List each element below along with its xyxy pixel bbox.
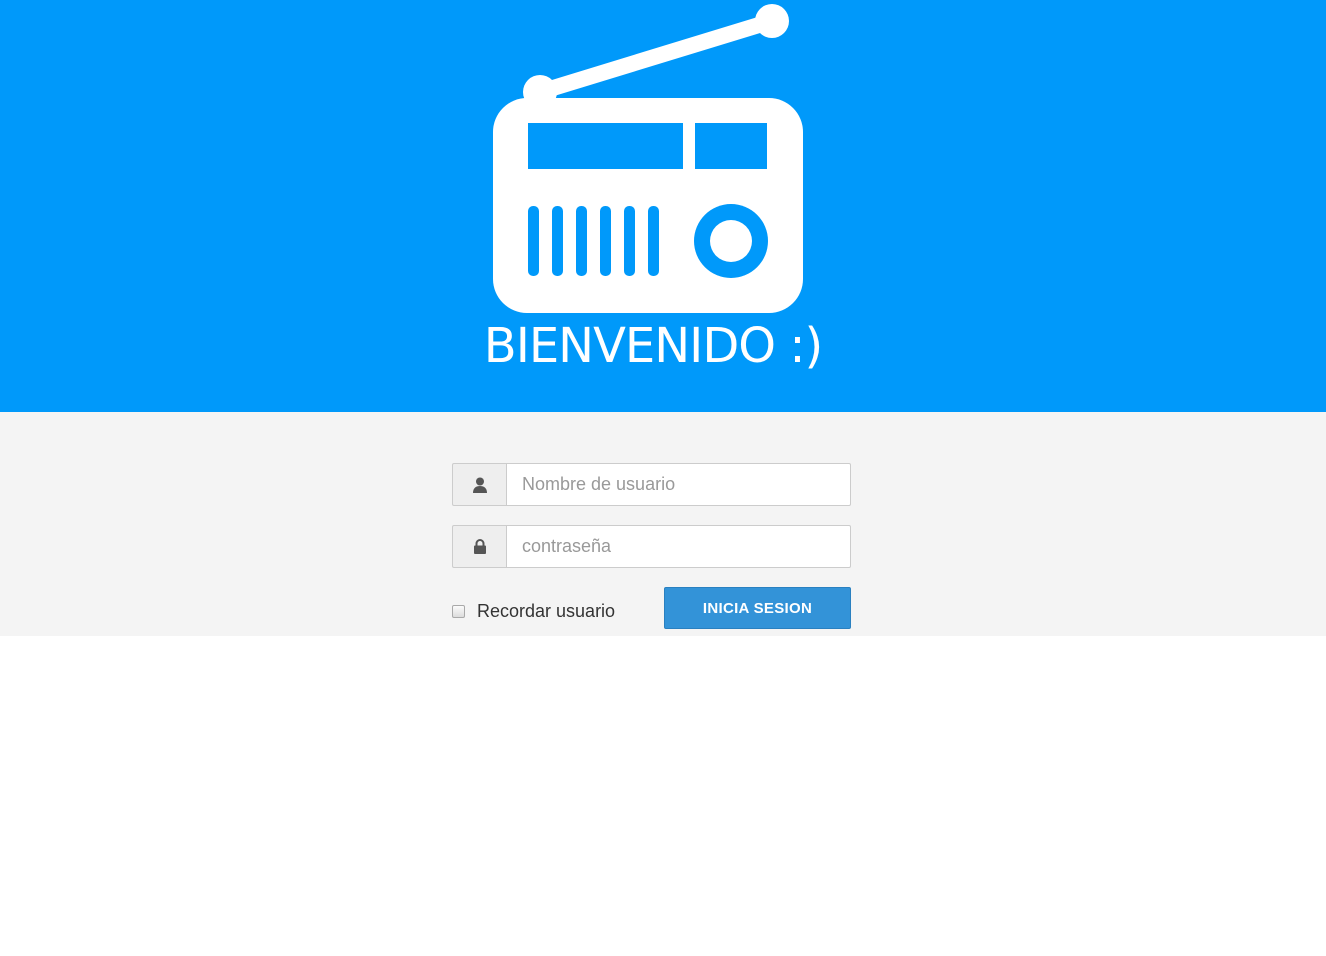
user-icon (452, 463, 506, 506)
remember-checkbox[interactable] (452, 604, 465, 618)
login-form: Recordar usuario INICIA SESION (0, 412, 1326, 636)
remember-label: Recordar usuario (477, 600, 616, 621)
password-input[interactable] (506, 525, 851, 568)
password-field-group (452, 525, 851, 568)
remember-user[interactable]: Recordar usuario (452, 600, 615, 622)
username-input[interactable] (506, 463, 851, 506)
header-banner: BIENVENIDO :) (0, 0, 1326, 412)
radio-icon (480, 0, 820, 330)
welcome-title: BIENVENIDO :) (483, 318, 823, 374)
lock-icon (452, 525, 506, 568)
login-button[interactable]: INICIA SESION (664, 587, 851, 629)
username-field-group (452, 463, 851, 506)
